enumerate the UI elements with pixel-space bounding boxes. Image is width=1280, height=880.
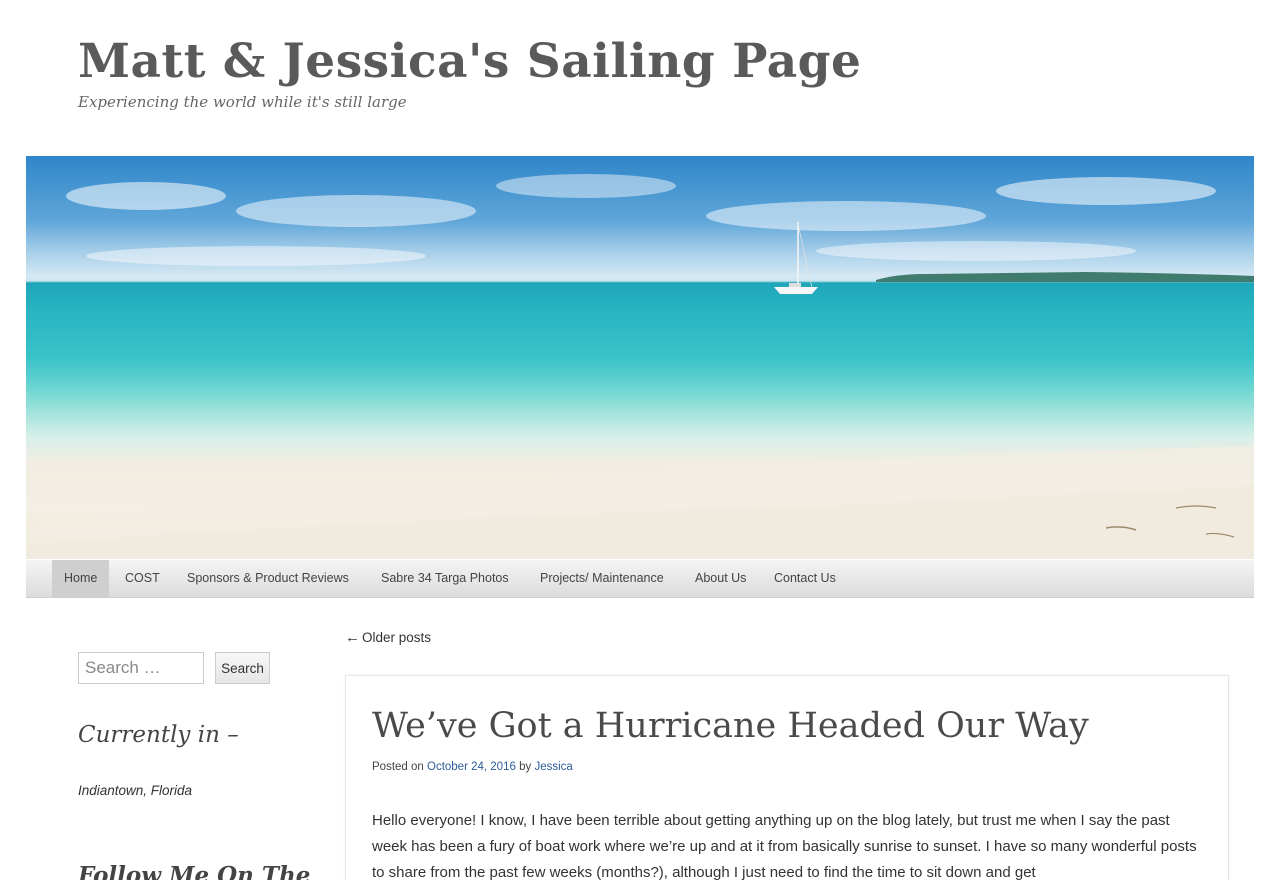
post-date-link[interactable]: October 24, 2016 [427, 761, 516, 773]
sailboat-icon [774, 222, 818, 294]
post-title[interactable]: We’ve Got a Hurricane Headed Our Way [372, 706, 1089, 746]
nav-item-contact[interactable]: Contact Us [762, 560, 848, 597]
posted-on-label: Posted on [372, 761, 424, 773]
site-description: Experiencing the world while it's still … [78, 93, 407, 111]
left-arrow-icon: ← [345, 629, 360, 646]
nav-item-about[interactable]: About Us [683, 560, 758, 597]
older-posts-link[interactable]: ← Older posts [345, 629, 431, 646]
nav-item-cost[interactable]: COST [113, 560, 172, 597]
by-label: by [519, 761, 532, 773]
search-input[interactable] [78, 652, 204, 684]
nav-item-sabre-photos[interactable]: Sabre 34 Targa Photos [369, 560, 521, 597]
main-navigation: Home COST Sponsors & Product Reviews Sab… [26, 560, 1254, 598]
site-title[interactable]: Matt & Jessica's Sailing Page [78, 34, 861, 89]
nav-item-sponsors[interactable]: Sponsors & Product Reviews [175, 560, 361, 597]
nav-item-home[interactable]: Home [52, 560, 110, 597]
search-button[interactable]: Search [215, 652, 270, 684]
widget-title-currently-in: Currently in – [78, 722, 239, 748]
post-article: We’ve Got a Hurricane Headed Our Way Pos… [345, 675, 1229, 880]
header-image [26, 156, 1254, 559]
nav-item-projects[interactable]: Projects/ Maintenance [528, 560, 676, 597]
post-body: Hello everyone! I know, I have been terr… [372, 812, 1197, 880]
post-author-link[interactable]: Jessica [534, 761, 572, 773]
widget-title-follow: Follow Me On The [78, 862, 311, 880]
current-location: Indiantown, Florida [78, 783, 193, 798]
older-posts-label: Older posts [362, 630, 432, 645]
post-meta: Posted on October 24, 2016 by Jessica [372, 761, 573, 773]
